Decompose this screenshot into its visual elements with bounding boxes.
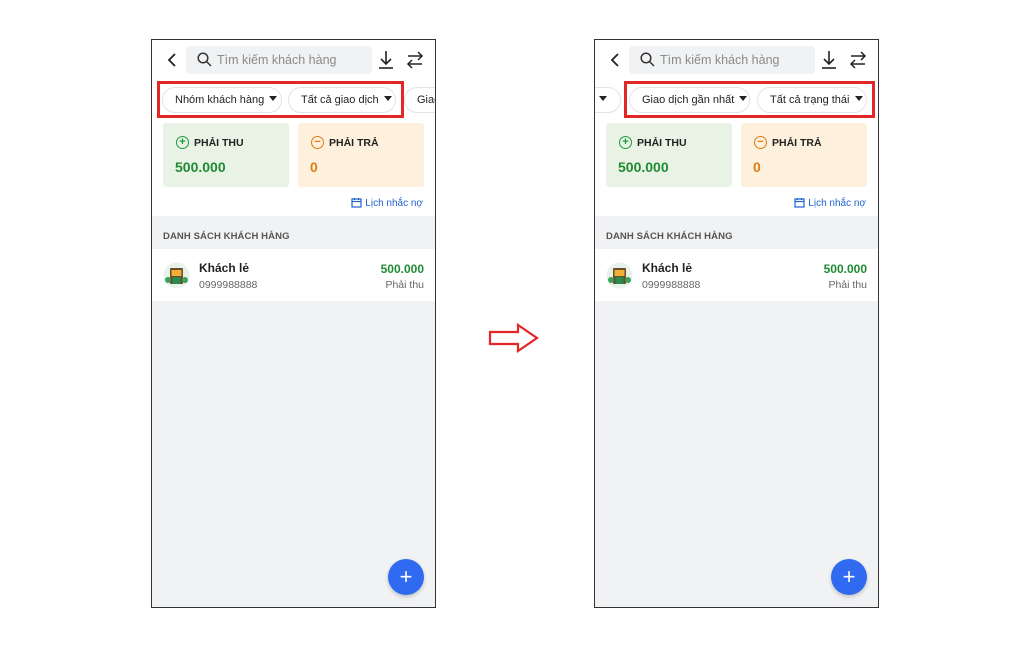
payable-card[interactable]: − PHẢI TRẢ 0: [741, 123, 867, 187]
top-bar: [152, 40, 435, 80]
search-box[interactable]: [629, 46, 815, 74]
customer-row[interactable]: Khách lẻ 0999988888 500.000 Phải thu: [152, 249, 435, 301]
payable-card[interactable]: − PHẢI TRẢ 0: [298, 123, 424, 187]
customer-name: Khách lẻ: [199, 261, 250, 275]
customer-amount: 500.000: [823, 262, 867, 276]
summary-section: + PHẢI THU 500.000 − PHẢI TRẢ 0 Lịch nhắ…: [152, 118, 435, 216]
payable-amount: 0: [310, 159, 318, 175]
plus-circle-icon: +: [176, 136, 189, 149]
customer-phone: 0999988888: [199, 279, 258, 291]
payable-label: PHẢI TRẢ: [329, 137, 379, 149]
phone-screen-before: Nhóm khách hàng Tất cả giao dịch Giao + …: [151, 39, 436, 608]
calendar-icon: [794, 198, 805, 208]
filter-chip-partial[interactable]: Giao: [404, 87, 435, 113]
arrow-right-icon: [488, 323, 539, 353]
summary-section: + PHẢI THU 500.000 − PHẢI TRẢ 0 Lịch nhắ…: [595, 118, 878, 216]
minus-circle-icon: −: [311, 136, 324, 149]
payable-label: PHẢI TRẢ: [772, 137, 822, 149]
chip-label: Giao: [417, 94, 435, 106]
plus-circle-icon: +: [619, 136, 632, 149]
receivable-label: PHẢI THU: [637, 137, 687, 149]
receivable-label: PHẢI THU: [194, 137, 244, 149]
receivable-amount: 500.000: [618, 159, 669, 175]
download-icon[interactable]: [377, 49, 395, 71]
customer-amount: 500.000: [380, 262, 424, 276]
receivable-card[interactable]: + PHẢI THU 500.000: [606, 123, 732, 187]
search-icon: [197, 52, 212, 67]
section-title: DANH SÁCH KHÁCH HÀNG: [163, 231, 290, 242]
store-avatar-icon: [606, 262, 633, 289]
receivable-amount: 500.000: [175, 159, 226, 175]
download-icon[interactable]: [820, 49, 838, 71]
highlight-box: [157, 81, 404, 118]
highlight-box: [624, 81, 875, 118]
customer-phone: 0999988888: [642, 279, 701, 291]
customer-status: Phải thu: [828, 279, 867, 291]
payable-amount: 0: [753, 159, 761, 175]
debt-reminder-link[interactable]: Lịch nhắc nợ: [794, 197, 866, 209]
swap-icon[interactable]: [848, 51, 868, 69]
add-customer-button[interactable]: +: [831, 559, 867, 595]
customer-name: Khách lẻ: [642, 261, 693, 275]
receivable-card[interactable]: + PHẢI THU 500.000: [163, 123, 289, 187]
add-customer-button[interactable]: +: [388, 559, 424, 595]
phone-screen-after: Giao dịch gần nhất Tất cả trạng thái + P…: [594, 39, 879, 608]
customer-row[interactable]: Khách lẻ 0999988888 500.000 Phải thu: [595, 249, 878, 301]
swap-icon[interactable]: [405, 51, 425, 69]
minus-circle-icon: −: [754, 136, 767, 149]
caret-down-icon: [599, 96, 607, 101]
search-input[interactable]: [217, 46, 367, 74]
search-input[interactable]: [660, 46, 810, 74]
back-icon[interactable]: [164, 50, 180, 70]
store-avatar-icon: [163, 262, 190, 289]
customer-status: Phải thu: [385, 279, 424, 291]
top-bar: [595, 40, 878, 80]
back-icon[interactable]: [607, 50, 623, 70]
search-icon: [640, 52, 655, 67]
section-title: DANH SÁCH KHÁCH HÀNG: [606, 231, 733, 242]
calendar-icon: [351, 198, 362, 208]
search-box[interactable]: [186, 46, 372, 74]
reminder-label: Lịch nhắc nợ: [808, 198, 866, 209]
filter-chip-partial[interactable]: [595, 87, 621, 113]
reminder-label: Lịch nhắc nợ: [365, 198, 423, 209]
debt-reminder-link[interactable]: Lịch nhắc nợ: [351, 197, 423, 209]
